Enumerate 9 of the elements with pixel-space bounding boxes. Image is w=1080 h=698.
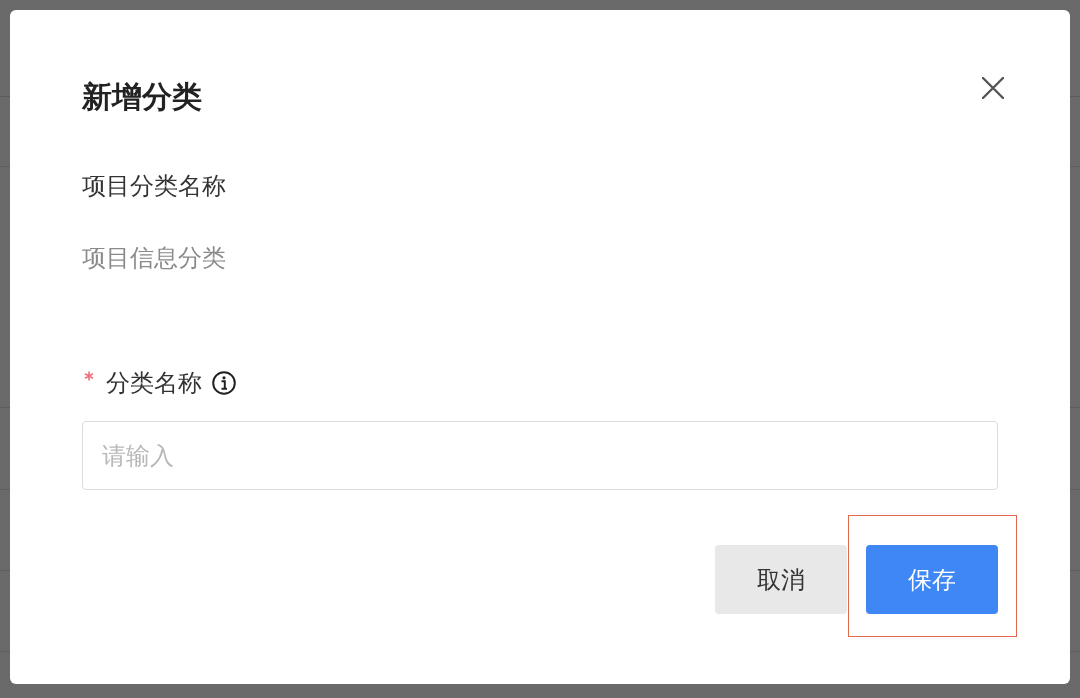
category-name-input[interactable]: 请输入 [82,421,998,490]
info-label: 项目分类名称 [82,171,226,202]
info-value: 项目信息分类 [82,243,226,274]
save-button[interactable]: 保存 [866,545,998,614]
close-icon[interactable] [982,77,1004,99]
cancel-button[interactable]: 取消 [715,545,847,614]
dialog-title: 新增分类 [82,79,202,115]
field-label: 分类名称 [106,368,202,399]
info-icon [212,371,236,395]
